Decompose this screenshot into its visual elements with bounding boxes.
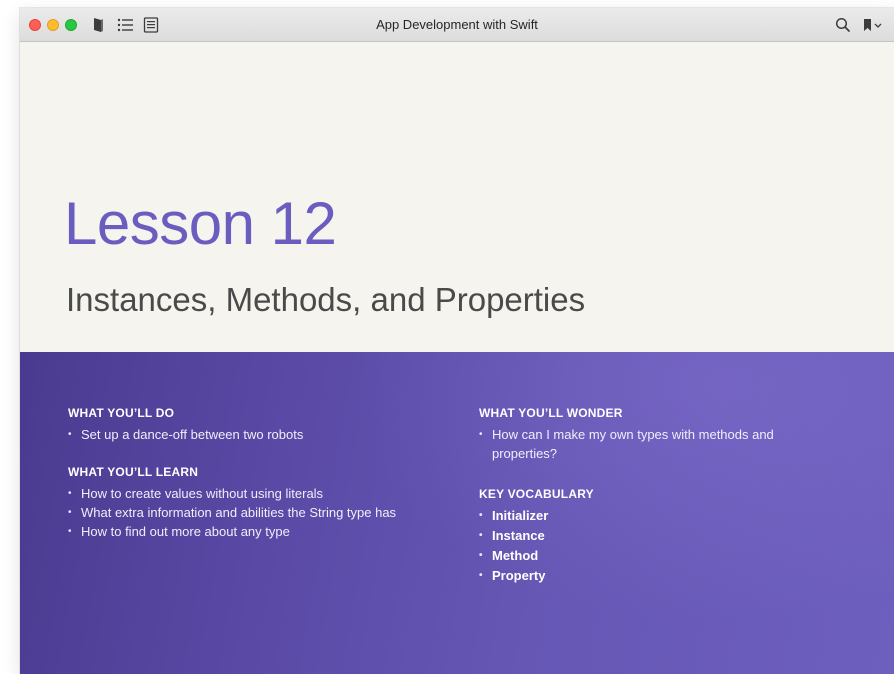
list-item: How to create values without using liter…	[68, 484, 468, 503]
lesson-subtitle: Instances, Methods, and Properties	[66, 281, 586, 318]
window-title: App Development with Swift	[376, 17, 538, 32]
key-vocabulary-section: KEY VOCABULARY Initializer Instance Meth…	[479, 486, 799, 586]
what-youll-learn-section: WHAT YOU’LL LEARN How to create values w…	[68, 464, 468, 541]
chevron-down-icon[interactable]	[873, 16, 883, 34]
section-heading: WHAT YOU’LL LEARN	[68, 465, 199, 479]
what-youll-wonder-section: WHAT YOU’LL WONDER How can I make my own…	[479, 405, 799, 463]
lesson-title: Lesson 12	[64, 190, 337, 257]
section-heading: WHAT YOU’LL DO	[68, 406, 175, 420]
search-icon[interactable]	[834, 16, 852, 34]
vocab-item: Initializer	[479, 506, 799, 526]
list-item: How to find out more about any type	[68, 522, 468, 541]
list-item: Set up a dance-off between two robots	[68, 425, 468, 444]
vocab-item: Property	[479, 566, 799, 586]
list-item: What extra information and abilities the…	[68, 503, 468, 522]
list-item: How can I make my own types with methods…	[479, 425, 799, 463]
title-bar: App Development with Swift	[20, 8, 894, 42]
app-window: App Development with Swift Lesson 12 Ins…	[20, 8, 894, 674]
lesson-overview-panel: WHAT YOU’LL DO Set up a dance-off betwee…	[20, 352, 894, 674]
vocab-item: Method	[479, 546, 799, 566]
section-heading: WHAT YOU’LL WONDER	[479, 406, 623, 420]
what-youll-do-section: WHAT YOU’LL DO Set up a dance-off betwee…	[68, 405, 468, 444]
vocab-item: Instance	[479, 526, 799, 546]
section-heading: KEY VOCABULARY	[479, 487, 594, 501]
